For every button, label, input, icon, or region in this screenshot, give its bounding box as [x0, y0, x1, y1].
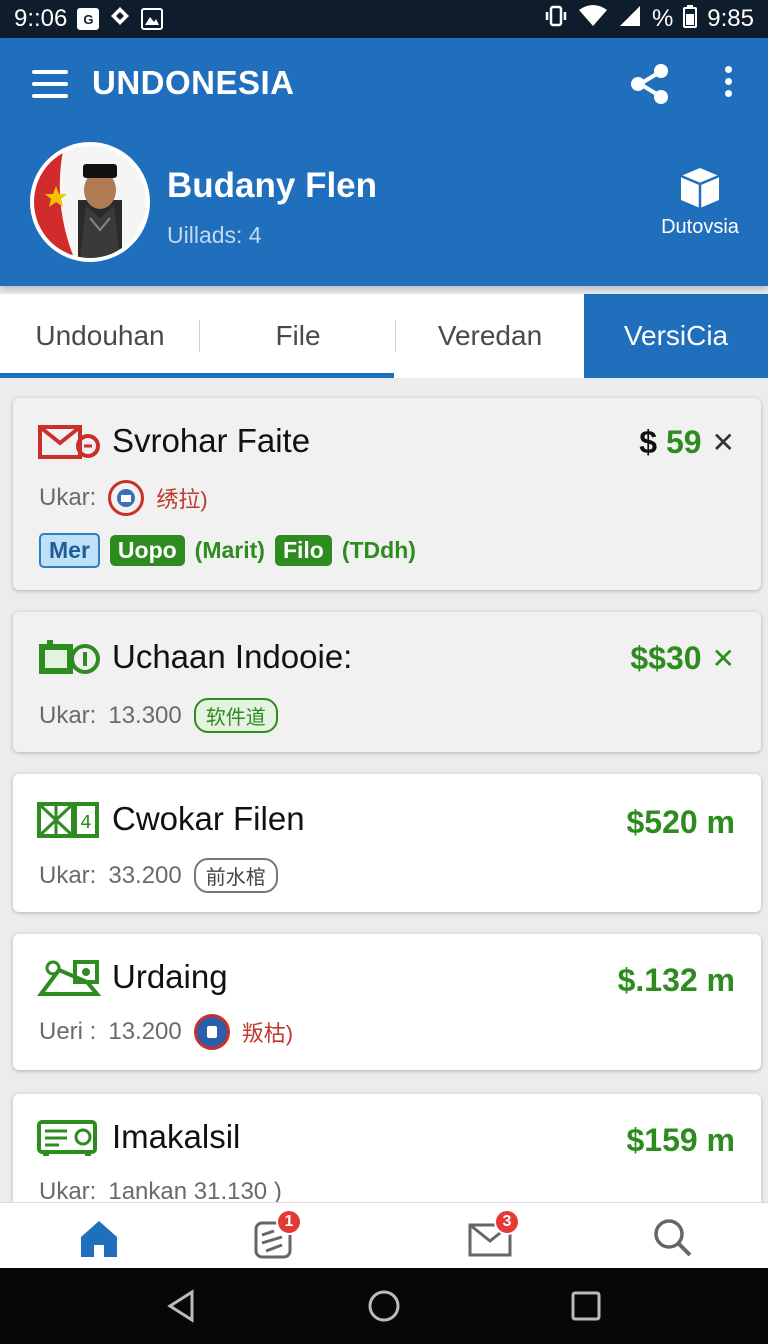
system-nav-bar: [0, 1268, 768, 1344]
tab-label: VersiCia: [623, 320, 729, 351]
g-icon: G: [77, 8, 100, 30]
list-item[interactable]: Urdaing $.132 m Ueri : 13.200 叛枯): [13, 934, 761, 1070]
dropbox-icon: [109, 5, 131, 34]
nav-receipts[interactable]: 1: [248, 1209, 302, 1263]
item-title: Uchaan Indooie:: [112, 638, 353, 675]
grid-icon: 4: [37, 800, 101, 840]
signal-icon: [618, 4, 642, 35]
item-price: $520 m: [626, 804, 735, 841]
battery-text: %: [651, 5, 674, 32]
download-button[interactable]: Dutovsia: [650, 166, 750, 239]
tab-versicia[interactable]: VersiCia: [584, 294, 768, 378]
meta-value: 13.200: [108, 1018, 182, 1045]
item-title: Svrohar Faite: [112, 422, 311, 459]
meta-value: 13.300: [108, 701, 182, 729]
seal-icon: [108, 480, 145, 516]
tab-bar: Undouhan File Veredan VersiCia: [0, 294, 768, 378]
status-time-left: 9::06: [14, 5, 68, 32]
app-bar: UNDONESIA Budany Flen Uillads: 4 Dutovsi…: [0, 38, 768, 286]
price-value: $520 m: [626, 804, 735, 840]
item-meta: Ueri : 13.200 叛枯): [39, 1014, 293, 1050]
vibrate-icon: [544, 4, 568, 35]
item-price: $.132 m: [618, 962, 735, 999]
price-symbol: $: [639, 424, 658, 460]
price-value: $.132 m: [617, 962, 735, 998]
image-icon: [141, 8, 164, 30]
item-price: $$30 ✕: [630, 640, 735, 677]
tab-veredan[interactable]: Veredan: [396, 294, 584, 378]
nav-search[interactable]: [648, 1213, 698, 1263]
status-chip: 前水棺: [193, 858, 278, 893]
tab-label: Undouhan: [35, 320, 165, 351]
bottom-nav: 1 3: [0, 1202, 768, 1268]
tab-label: File: [275, 320, 321, 351]
avatar[interactable]: [30, 142, 150, 262]
tab-indicator: [0, 373, 394, 378]
tag-mer[interactable]: Mer: [39, 533, 100, 568]
meta-label: Ukar:: [39, 861, 97, 889]
list-item[interactable]: Uchaan Indooie: $$30 ✕ Ukar: 13.300 软件道: [13, 612, 761, 752]
item-title: Cwokar Filen: [112, 800, 305, 837]
share-icon[interactable]: [628, 62, 672, 106]
home-circle-icon[interactable]: [366, 1288, 402, 1329]
tag-row: Mer Uopo (Marit) Filo (TDdh): [39, 533, 416, 568]
download-label: Dutovsia: [661, 216, 739, 238]
item-title: Imakalsil: [112, 1118, 241, 1155]
wallet-icon: [37, 638, 101, 678]
tab-undouhan[interactable]: Undouhan: [0, 294, 200, 378]
search-icon: [654, 1219, 692, 1257]
item-price: $ 59 ✕: [639, 424, 735, 461]
home-icon: [81, 1221, 117, 1257]
profile-subtitle: Uillads: 4: [167, 222, 262, 248]
meta-extra: 绣拉): [156, 487, 208, 512]
hamburger-menu-icon[interactable]: [32, 70, 68, 100]
price-value: $159 m: [626, 1122, 735, 1158]
item-title: Urdaing: [112, 958, 228, 995]
recents-icon[interactable]: [568, 1288, 604, 1329]
meta-label: Ueri :: [39, 1018, 97, 1045]
app-title: UNDONESIA: [92, 64, 295, 101]
profile-name: Budany Flen: [167, 166, 378, 205]
item-price: $159 m: [626, 1122, 735, 1159]
item-meta: Ukar: 绣拉): [39, 480, 208, 516]
close-icon[interactable]: ✕: [712, 426, 735, 459]
receipt-icon: [37, 1118, 101, 1158]
seal-icon: [193, 1014, 230, 1050]
item-meta: Ukar: 13.300 软件道: [39, 698, 278, 733]
meta-value: 33.200: [108, 861, 182, 889]
tab-label: Veredan: [437, 320, 543, 351]
notification-badge: 3: [494, 1209, 520, 1235]
tag-filo[interactable]: Filo: [274, 535, 332, 566]
svg-text:4: 4: [80, 812, 91, 833]
notification-badge: 1: [276, 1209, 302, 1235]
nav-inbox[interactable]: 3: [466, 1209, 520, 1263]
price-value: $$30: [630, 640, 702, 676]
nav-home[interactable]: [74, 1213, 124, 1263]
list-item[interactable]: Svrohar Faite $ 59 ✕ Ukar: 绣拉) Mer Uopo …: [13, 398, 761, 590]
more-vert-icon[interactable]: [718, 66, 738, 106]
status-bar: 9::06 G % 9:85: [0, 0, 768, 38]
tag-marit: (Marit): [194, 537, 265, 563]
battery-icon: [683, 4, 698, 35]
tag-tddh: (TDdh): [341, 537, 416, 563]
price-value: 59: [665, 424, 702, 460]
box-icon: [679, 166, 721, 210]
list-item[interactable]: 4 Cwokar Filen $520 m Ukar: 33.200 前水棺: [13, 774, 761, 912]
mail-icon: [37, 422, 101, 462]
meta-extra: 叛枯): [241, 1021, 294, 1046]
tab-file[interactable]: File: [200, 294, 396, 378]
photo-icon: [37, 958, 102, 998]
item-meta: Ukar: 33.200 前水棺: [39, 858, 278, 893]
tag-uopo[interactable]: Uopo: [109, 535, 185, 566]
meta-label: Ukar:: [39, 701, 97, 729]
status-chip: 软件道: [193, 698, 278, 733]
status-time-right: 9:85: [707, 5, 754, 32]
list-item[interactable]: Imakalsil $159 m Ukar: 1ankan 31.130 ): [13, 1094, 761, 1205]
back-icon[interactable]: [164, 1288, 198, 1329]
close-icon[interactable]: ✕: [712, 642, 735, 675]
wifi-icon: [578, 4, 608, 35]
meta-label: Ukar:: [39, 484, 97, 511]
